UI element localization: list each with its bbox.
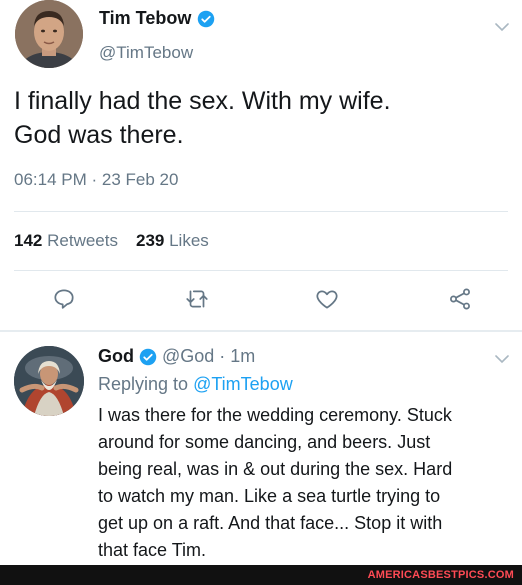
- verified-badge-icon: [197, 10, 215, 28]
- separator-dot: ·: [219, 346, 226, 366]
- main-tweet: Tim Tebow @TimTebow I finally had the se…: [0, 0, 522, 335]
- author-name[interactable]: Tim Tebow: [99, 8, 191, 29]
- replying-to: Replying to @TimTebow: [98, 374, 293, 395]
- likes-count: 239: [135, 231, 165, 250]
- likes-stat[interactable]: 239 Likes: [136, 231, 209, 251]
- timestamp[interactable]: 06:14 PM · 23 Feb 20: [14, 170, 178, 190]
- author-row: Tim Tebow: [99, 8, 215, 29]
- retweets-count: 142: [14, 231, 43, 250]
- share-button[interactable]: [443, 282, 477, 316]
- share-icon: [450, 288, 470, 310]
- reply-icon: [54, 289, 74, 309]
- heart-icon: [316, 290, 338, 309]
- likes-label: Likes: [169, 231, 209, 250]
- like-button[interactable]: [310, 282, 344, 316]
- retweet-icon: [186, 290, 208, 308]
- reply-text: I was there for the wedding ceremony. St…: [98, 405, 453, 560]
- retweets-label: Retweets: [47, 231, 118, 250]
- reply-author-handle[interactable]: @God: [162, 346, 214, 367]
- avatar[interactable]: [14, 346, 84, 416]
- reply-button[interactable]: [47, 282, 81, 316]
- watermark-bar: AMERICASBESTPICS.COM: [0, 565, 522, 585]
- chevron-down-icon[interactable]: [493, 352, 511, 366]
- reply-time[interactable]: 1m: [230, 346, 255, 367]
- divider: [14, 211, 508, 212]
- verified-badge-icon: [139, 348, 157, 366]
- watermark-text: AMERICASBESTPICS.COM: [367, 569, 514, 581]
- action-bar: [0, 282, 522, 316]
- avatar[interactable]: [15, 0, 83, 68]
- retweets-stat[interactable]: 142 Retweets: [14, 231, 118, 251]
- reply-tweet: God @God · 1m Replying to @TimTebow I wa…: [0, 336, 522, 564]
- author-handle[interactable]: @TimTebow: [99, 43, 193, 63]
- reply-author-name[interactable]: God: [98, 346, 134, 367]
- divider: [14, 270, 508, 271]
- reply-separator: [0, 330, 522, 332]
- reply-author-row: God @God · 1m: [98, 346, 255, 367]
- retweet-button[interactable]: [180, 282, 214, 316]
- replying-to-mention[interactable]: @TimTebow: [193, 374, 293, 394]
- replying-to-label: Replying to: [98, 374, 189, 394]
- engagement-stats: 142 Retweets 239 Likes: [14, 231, 209, 251]
- tweet-text: I finally had the sex. With my wife. God…: [14, 87, 391, 149]
- chevron-down-icon[interactable]: [493, 20, 511, 34]
